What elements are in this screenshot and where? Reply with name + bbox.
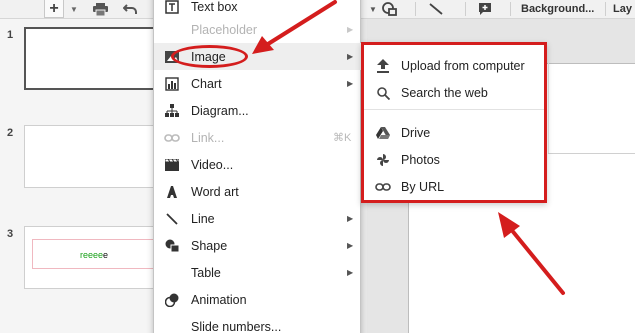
annotation-arrow-top <box>252 0 337 54</box>
annotation-arrow-bottom <box>498 212 565 295</box>
slides-editor: + ▼ ▼ Background... Lay 1 2 3 reeeee Tex… <box>0 0 635 333</box>
annotation-arrows <box>252 0 565 295</box>
